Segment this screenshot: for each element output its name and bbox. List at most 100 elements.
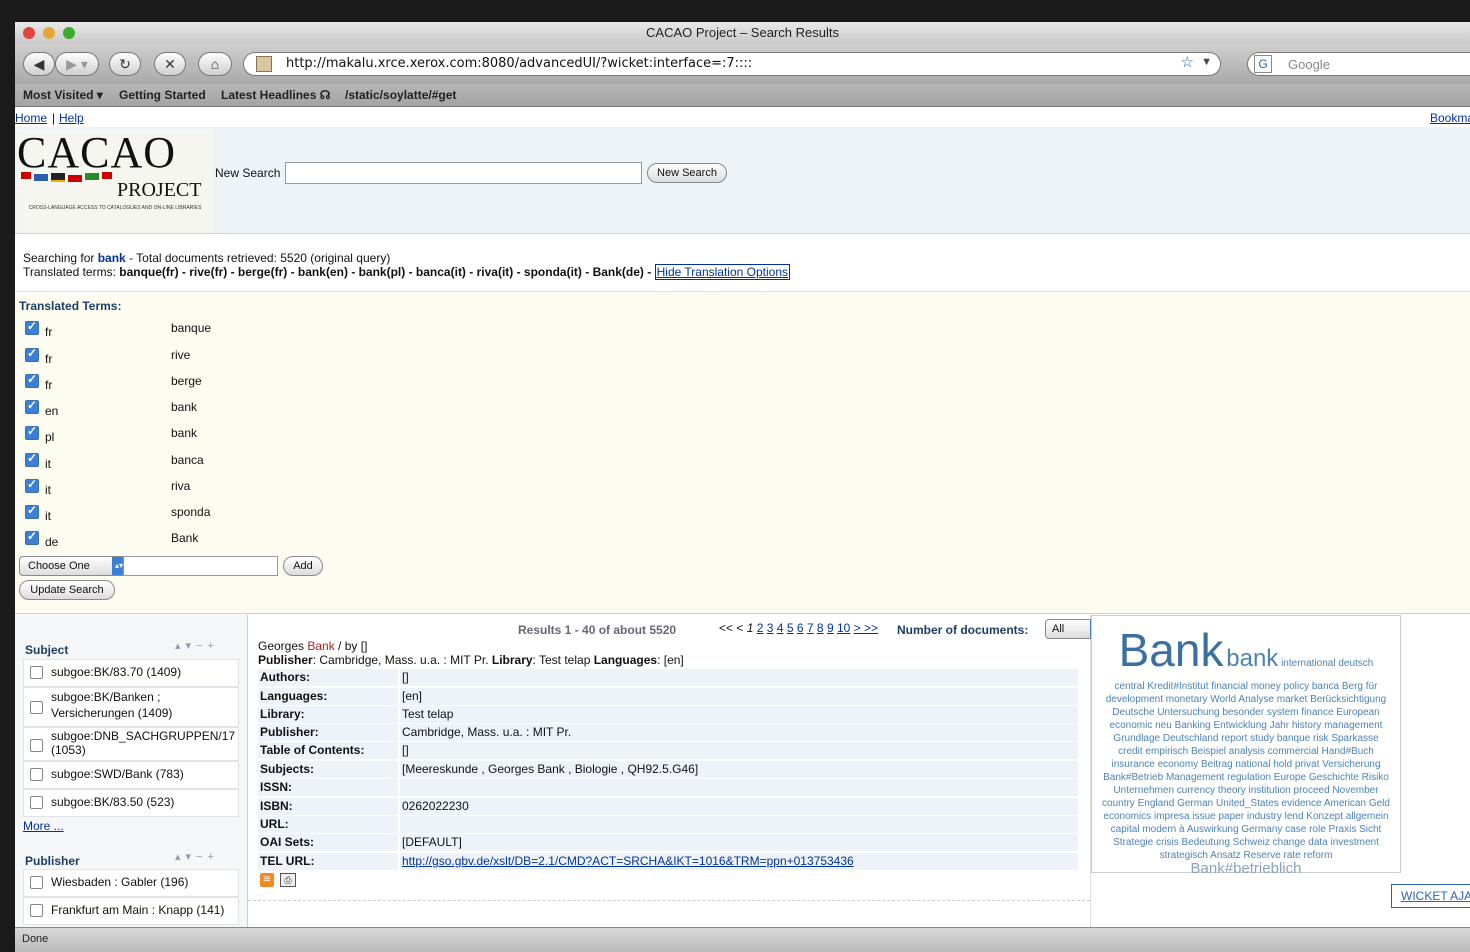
term-checkbox[interactable] [25, 424, 39, 440]
facet-item[interactable]: Frankfurt am Main : Knapp (141) [23, 897, 239, 925]
detail-label: Authors: [258, 669, 398, 686]
google-engine-icon[interactable]: G [1254, 55, 1272, 73]
more-subjects-link[interactable]: More ... [23, 819, 64, 833]
bookmark-most-visited[interactable]: Most Visited ▾ [23, 88, 103, 102]
address-bar[interactable]: http://makalu.xrce.xerox.com:8080/advanc… [243, 52, 1221, 76]
tag-small[interactable]: international deutsch [1281, 658, 1373, 669]
back-button[interactable]: ◀ [23, 52, 55, 76]
page-link[interactable]: 2 [757, 621, 764, 635]
detail-row: ISBN: 0262022230 [258, 798, 1078, 815]
facet-controls-icon[interactable]: ▴▾−+ [175, 850, 219, 863]
forward-button[interactable]: ▶ ▾ [55, 52, 99, 76]
tag-large[interactable]: Bank#betrieblich [1191, 860, 1302, 877]
bookmark-getting-started[interactable]: Getting Started [119, 88, 206, 102]
term-checkbox[interactable] [25, 477, 39, 493]
detail-row: TEL URL: http://gso.gbv.de/xslt/DB=2.1/CM… [258, 853, 1078, 870]
browser-toolbar: ◀ ▶ ▾ ↻ ✕ ⌂ http://makalu.xrce.xerox.com… [15, 44, 1470, 84]
facet-label: subgoe:SWD/Bank (783) [51, 767, 184, 781]
page-link[interactable]: 7 [807, 621, 814, 635]
page-link[interactable]: 10 [837, 621, 850, 635]
bookmark-soylatte[interactable]: /static/soylatte/#get [345, 88, 456, 102]
new-search-input[interactable] [285, 162, 642, 184]
page-link[interactable]: 4 [777, 621, 784, 635]
page-link[interactable]: 3 [767, 621, 774, 635]
term-lang: it [45, 457, 51, 471]
tag-list[interactable]: central Kredit#Institut financial money … [1100, 680, 1392, 862]
facet-checkbox[interactable] [30, 666, 43, 679]
home-button[interactable]: ⌂ [198, 52, 232, 76]
bookmark-link[interactable]: Bookma [1430, 111, 1470, 125]
record-by: / by [] [334, 639, 368, 653]
facet-label: (1053) [51, 743, 86, 757]
detail-label: Subjects: [258, 761, 398, 778]
facet-item[interactable]: subgoe:SWD/Bank (783) [23, 761, 239, 789]
facet-item[interactable]: subgoe:BK/83.70 (1409) [23, 659, 239, 687]
facet-item[interactable]: Wiesbaden : Gabler (196) [23, 869, 239, 897]
record-hit[interactable]: Bank [307, 639, 334, 653]
result-divider [248, 900, 1090, 901]
rss-icon[interactable]: ≋ [260, 873, 274, 887]
facet-checkbox[interactable] [30, 876, 43, 889]
facet-checkbox[interactable] [30, 701, 43, 714]
tag-big[interactable]: Bank [1119, 624, 1224, 676]
facet-item[interactable]: subgoe:BK/Banken ; Versicherungen (1409) [23, 687, 239, 727]
facet-checkbox[interactable] [30, 904, 43, 917]
page-link[interactable]: 5 [787, 621, 794, 635]
zoom-window-button[interactable] [63, 27, 75, 39]
term-checkbox[interactable] [25, 319, 39, 335]
hide-translation-link[interactable]: Hide Translation Options [654, 264, 791, 280]
facet-controls-icon[interactable]: ▴▾−+ [175, 639, 219, 652]
detail-value: [] [400, 742, 1078, 759]
facet-checkbox[interactable] [30, 768, 43, 781]
bookmark-star-icon[interactable]: ☆ [1181, 53, 1194, 71]
pager: << < 1 2 3 4 5 6 7 8 9 10 > >> [719, 621, 878, 635]
page-link[interactable]: 8 [817, 621, 824, 635]
pager-current: 1 [746, 621, 754, 635]
publisher-facet-title: Publisher [25, 854, 80, 868]
translated-terms: banque(fr) - rive(fr) - berge(fr) - bank… [119, 265, 652, 279]
search-box[interactable]: G Google [1247, 52, 1470, 76]
pager-next[interactable]: > >> [854, 621, 878, 635]
term-value: sponda [171, 505, 211, 519]
translated-terms-title: Translated Terms: [19, 299, 122, 313]
home-link[interactable]: Home [15, 111, 47, 125]
update-search-button[interactable]: Update Search [19, 580, 115, 600]
language-select[interactable]: Choose One ▴▾ [19, 556, 127, 576]
tag-cloud: Bank bank international deutsch central … [1091, 615, 1401, 876]
page-link[interactable]: 6 [797, 621, 804, 635]
search-info: Searching for bank - Total documents ret… [15, 235, 1470, 292]
stop-button[interactable]: ✕ [154, 52, 186, 76]
facet-item[interactable]: subgoe:DNB_SACHGRUPPEN/17 (1053) [23, 727, 239, 761]
translated-prefix: Translated terms: [23, 265, 120, 279]
term-checkbox[interactable] [25, 529, 39, 545]
help-link[interactable]: Help [59, 111, 84, 125]
new-term-input[interactable] [123, 556, 278, 576]
bookmark-latest-headlines[interactable]: Latest Headlines ☊ [221, 88, 330, 102]
term-checkbox[interactable] [25, 503, 39, 519]
page-link[interactable]: 9 [827, 621, 834, 635]
reload-button[interactable]: ↻ [109, 52, 141, 76]
print-icon[interactable]: ⎙ [280, 873, 296, 887]
term-checkbox[interactable] [25, 398, 39, 414]
translated-terms-line: Translated terms: banque(fr) - rive(fr) … [23, 264, 791, 280]
new-search-button[interactable]: New Search [647, 163, 727, 183]
search-term: bank [97, 251, 126, 265]
detail-label: ISBN: [258, 798, 398, 815]
term-checkbox[interactable] [25, 372, 39, 388]
wicket-ajax-debug-link[interactable]: WICKET AJA [1391, 884, 1470, 908]
term-value: banca [171, 453, 204, 467]
url-dropdown-icon[interactable]: ▼ [1201, 56, 1212, 68]
add-term-button[interactable]: Add [283, 556, 323, 576]
term-checkbox[interactable] [25, 346, 39, 362]
close-window-button[interactable] [23, 27, 35, 39]
term-checkbox[interactable] [25, 451, 39, 467]
tag-medium[interactable]: bank [1226, 645, 1278, 672]
forward-arrow-icon: ▶ ▾ [66, 56, 88, 72]
tel-url-link[interactable]: http://gso.gbv.de/xslt/DB=2.1/CMD?ACT=SR… [402, 854, 854, 868]
facet-item[interactable]: subgoe:BK/83.50 (523) [23, 789, 239, 817]
pager-prev[interactable]: << < [719, 621, 743, 635]
facet-checkbox[interactable] [30, 796, 43, 809]
detail-row: URL: [258, 816, 1078, 833]
minimize-window-button[interactable] [43, 27, 55, 39]
facet-checkbox[interactable] [30, 739, 43, 752]
